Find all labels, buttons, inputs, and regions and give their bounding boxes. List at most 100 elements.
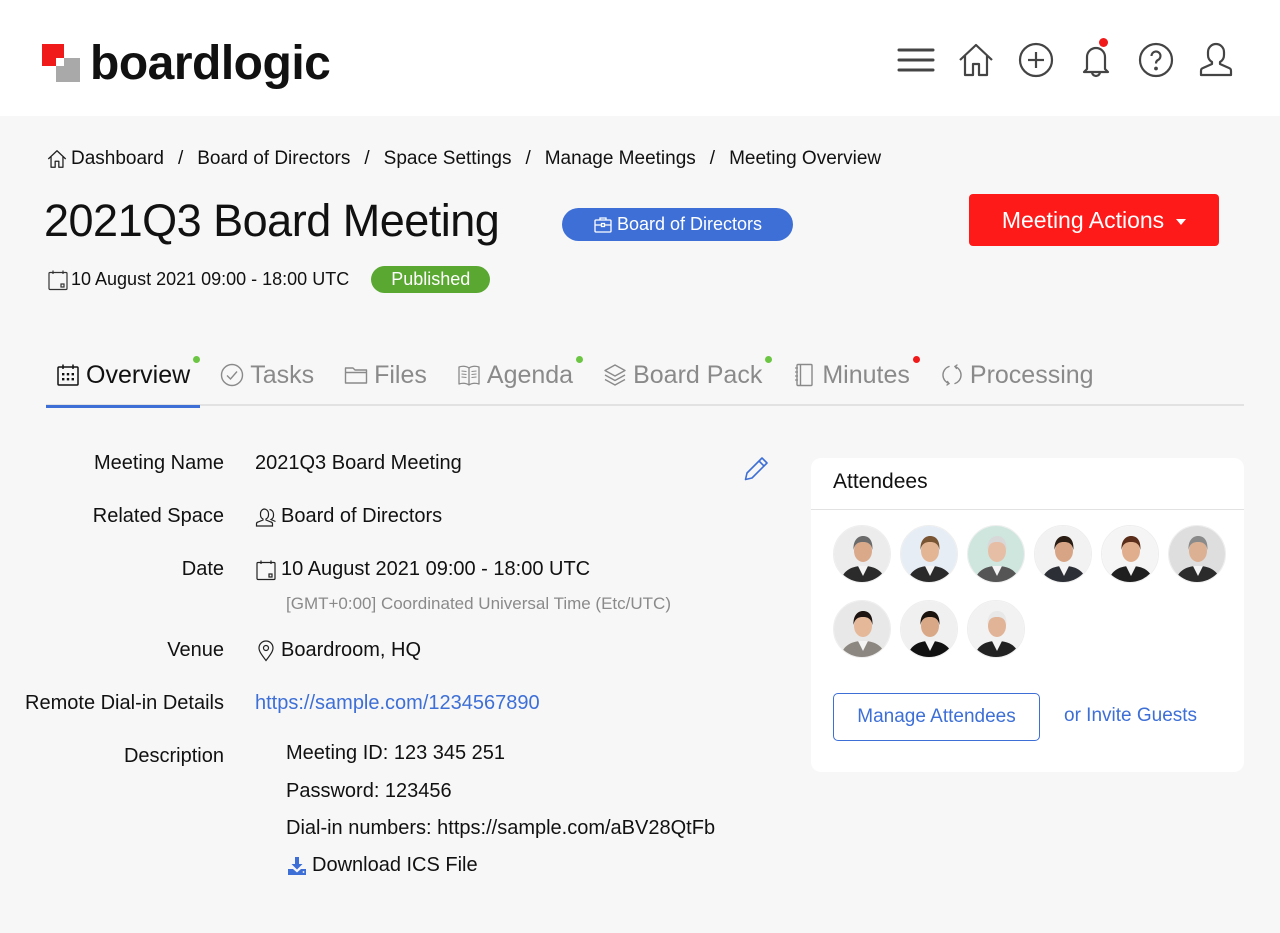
date-value: 10 August 2021 09:00 - 18:00 UTC — [255, 558, 590, 581]
status-dot — [576, 356, 584, 363]
folder-icon — [344, 367, 368, 384]
manage-attendees-button[interactable]: Manage Attendees — [833, 693, 1040, 741]
bell-icon[interactable] — [1076, 38, 1116, 80]
timezone-text: [GMT+0:00] Coordinated Universal Time (E… — [286, 594, 671, 613]
detail-row-venue: Venue Boardroom, HQ — [0, 639, 421, 662]
tab-label: Processing — [969, 360, 1094, 389]
breadcrumb-space-settings[interactable]: Space Settings — [384, 148, 512, 170]
detail-label: Date — [181, 558, 224, 580]
description-line: Dial-in numbers: https://sample.com/aBV2… — [286, 817, 716, 839]
space-badge-label: Board of Directors — [616, 214, 763, 234]
detail-label: Related Space — [92, 505, 224, 527]
calendar-icon — [48, 270, 68, 290]
tab-processing[interactable]: Processing — [930, 352, 1104, 398]
header-icons — [896, 38, 1236, 80]
date-text: 10 August 2021 09:00 - 18:00 UTC — [281, 558, 591, 580]
download-ics-link[interactable]: Download ICS File — [286, 854, 478, 877]
user-icon[interactable] — [1196, 40, 1236, 80]
tab-label: Tasks — [250, 360, 315, 389]
help-icon[interactable] — [1136, 40, 1176, 80]
briefcase-icon — [594, 216, 612, 233]
tab-label: Board Pack — [633, 360, 763, 389]
invite-guests-link[interactable]: or Invite Guests — [1064, 705, 1197, 727]
description-line: Meeting ID: 123 345 251 — [286, 742, 506, 764]
detail-label: Venue — [167, 639, 224, 661]
download-ics-label: Download ICS File — [312, 854, 478, 876]
detail-label: Remote Dial-in Details — [25, 692, 224, 714]
attendee-avatar[interactable] — [967, 600, 1025, 658]
tab-tasks[interactable]: Tasks — [210, 352, 324, 398]
status-dot — [765, 356, 773, 363]
tab-minutes[interactable]: Minutes — [782, 352, 920, 398]
attendee-avatar[interactable] — [833, 600, 891, 658]
detail-label: Description — [123, 745, 224, 767]
home-icon[interactable] — [956, 40, 996, 80]
related-space-value[interactable]: Board of Directors — [255, 505, 442, 528]
users-icon — [255, 507, 276, 527]
venue-value: Boardroom, HQ — [255, 639, 421, 662]
caret-down-icon — [1176, 218, 1187, 225]
breadcrumb-home-icon[interactable] — [46, 148, 68, 170]
tab-bar: Overview Tasks Files Agenda Board Pack M… — [46, 352, 1244, 408]
tab-overview[interactable]: Overview — [46, 352, 201, 408]
divider — [811, 509, 1244, 510]
meeting-meta: 10 August 2021 09:00 - 18:00 UTC Publish… — [47, 266, 491, 293]
detail-row-date: Date 10 August 2021 09:00 - 18:00 UTC — [0, 558, 590, 581]
detail-row-description: Description — [0, 745, 255, 768]
notification-dot — [1099, 38, 1108, 47]
meeting-name-value: 2021Q3 Board Meeting — [255, 452, 462, 474]
check-circle-icon — [220, 363, 244, 387]
book-icon — [458, 365, 480, 386]
notebook-icon — [795, 363, 814, 387]
edit-pencil-icon[interactable] — [742, 455, 770, 483]
breadcrumb-separator: / — [709, 148, 716, 169]
tab-label: Minutes — [822, 360, 910, 389]
calendar-icon — [256, 560, 276, 580]
status-dot — [193, 356, 201, 363]
detail-row-related-space: Related Space Board of Directors — [0, 505, 442, 528]
calendar-icon — [57, 364, 79, 386]
location-pin-icon — [258, 639, 274, 661]
tab-agenda[interactable]: Agenda — [447, 352, 584, 398]
breadcrumb-manage-meetings[interactable]: Manage Meetings — [545, 148, 696, 170]
description-line: Password: 123456 — [286, 780, 452, 802]
status-badge: Published — [371, 266, 491, 293]
logo-mark-icon — [42, 44, 82, 84]
status-dot — [912, 356, 920, 363]
page-title: 2021Q3 Board Meeting — [44, 195, 500, 246]
add-icon[interactable] — [1016, 40, 1056, 80]
remote-dial-in-link[interactable]: https://sample.com/1234567890 — [255, 692, 540, 715]
breadcrumb-separator: / — [525, 148, 531, 169]
space-badge[interactable]: Board of Directors — [562, 208, 793, 241]
attendee-avatar[interactable] — [1168, 525, 1226, 583]
attendee-avatar[interactable] — [967, 525, 1025, 583]
attendee-avatar[interactable] — [1101, 525, 1159, 583]
detail-row-remote: Remote Dial-in Details https://sample.co… — [0, 692, 540, 715]
attendee-avatar[interactable] — [900, 525, 958, 583]
meeting-actions-button[interactable]: Meeting Actions — [969, 194, 1219, 246]
breadcrumb-meeting-overview: Meeting Overview — [729, 148, 882, 169]
top-bar: boardlogic — [0, 0, 1280, 116]
logo-text: boardlogic — [90, 37, 331, 90]
breadcrumb-dashboard[interactable]: Dashboard — [71, 148, 164, 170]
breadcrumb-board-of-directors[interactable]: Board of Directors — [197, 148, 350, 170]
attendee-avatar[interactable] — [900, 600, 958, 658]
tab-files[interactable]: Files — [334, 352, 437, 398]
detail-row-meeting-name: Meeting Name 2021Q3 Board Meeting — [0, 452, 462, 475]
refresh-icon — [942, 364, 962, 386]
attendee-avatar[interactable] — [833, 525, 891, 583]
tab-label: Agenda — [486, 360, 574, 389]
tab-label: Files — [374, 360, 427, 389]
meeting-actions-label: Meeting Actions — [1001, 206, 1165, 233]
tab-board-pack[interactable]: Board Pack — [593, 352, 773, 398]
detail-label: Meeting Name — [93, 452, 224, 474]
attendee-avatar[interactable] — [1034, 525, 1092, 583]
menu-icon[interactable] — [896, 40, 936, 80]
breadcrumb-separator: / — [364, 148, 370, 169]
venue-text: Boardroom, HQ — [281, 639, 422, 661]
breadcrumb-separator: / — [177, 148, 184, 169]
breadcrumb: Dashboard / Board of Directors / Space S… — [46, 148, 881, 170]
meeting-date: 10 August 2021 09:00 - 18:00 UTC — [71, 269, 350, 289]
layers-icon — [604, 364, 626, 386]
logo[interactable]: boardlogic — [42, 37, 331, 90]
